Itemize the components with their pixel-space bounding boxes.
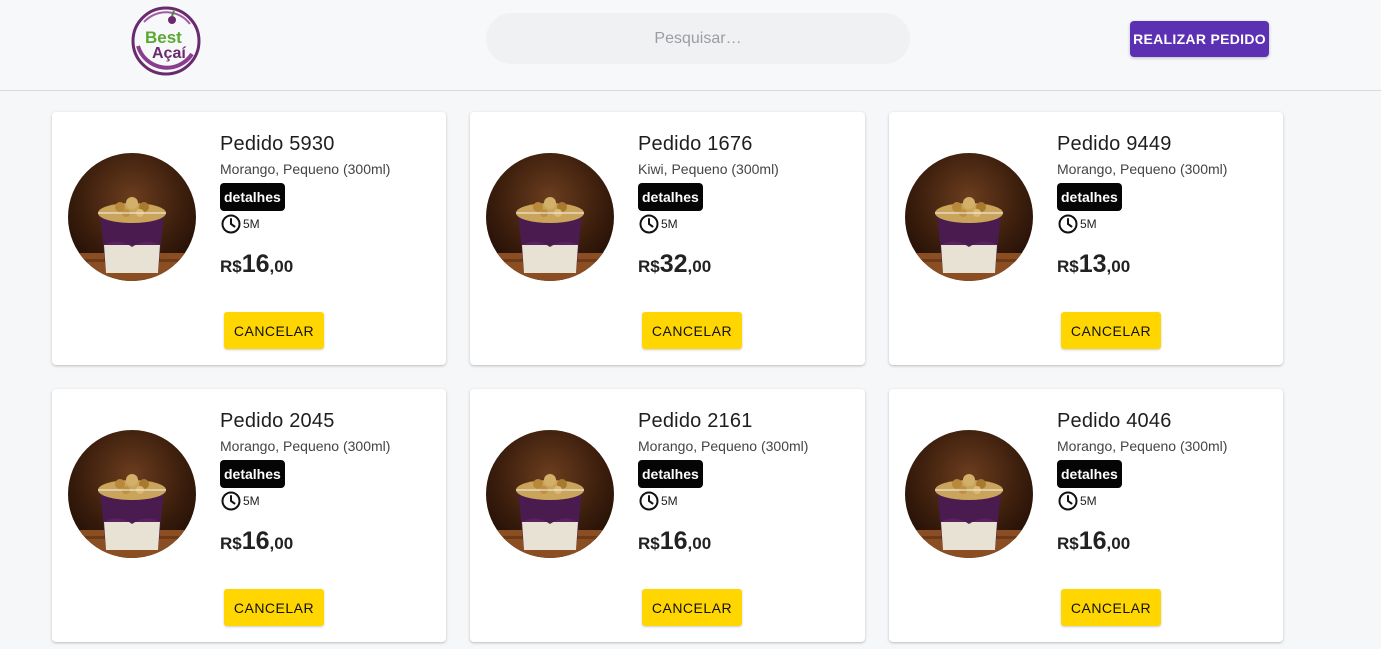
orders-grid: Pedido 5930 Morango, Pequeno (300ml) det… xyxy=(52,112,1284,642)
order-description: Morango, Pequeno (300ml) xyxy=(220,161,391,177)
order-info: Pedido 9449 Morango, Pequeno (300ml) det… xyxy=(1057,132,1227,283)
cancel-button[interactable]: CANCELAR xyxy=(1061,312,1161,349)
time-label: 5M xyxy=(661,494,678,508)
order-description: Morango, Pequeno (300ml) xyxy=(220,438,391,454)
clock-icon xyxy=(221,214,241,234)
price-decimal: ,00 xyxy=(687,534,712,553)
price-decimal: ,00 xyxy=(1106,534,1131,553)
best-acai-logo[interactable]: Best Açaí xyxy=(130,4,202,76)
acai-cup-photo xyxy=(486,153,614,281)
svg-text:Açaí: Açaí xyxy=(152,45,186,62)
acai-cup-photo xyxy=(905,430,1033,558)
order-description: Morango, Pequeno (300ml) xyxy=(1057,438,1228,454)
app-header: Best Açaí REALIZAR PEDIDO xyxy=(0,0,1381,91)
price-currency: R$ xyxy=(1057,534,1079,553)
order-title: Pedido 4046 xyxy=(1057,410,1172,432)
order-price: R$13,00 xyxy=(1057,249,1227,283)
price-integer: 32 xyxy=(659,250,688,278)
clock-icon xyxy=(639,491,659,511)
acai-cup-photo xyxy=(68,430,196,558)
order-price: R$32,00 xyxy=(638,249,779,283)
time-label: 5M xyxy=(1080,217,1097,231)
details-badge[interactable]: detalhes xyxy=(1057,183,1122,211)
order-title: Pedido 5930 xyxy=(220,133,335,155)
order-title: Pedido 2045 xyxy=(220,410,335,432)
time-label: 5M xyxy=(1080,494,1097,508)
price-currency: R$ xyxy=(220,257,242,276)
order-time: 5M xyxy=(220,213,390,235)
price-integer: 13 xyxy=(1078,250,1107,278)
price-currency: R$ xyxy=(220,534,242,553)
order-price: R$16,00 xyxy=(1057,526,1227,560)
clock-icon xyxy=(1058,214,1078,234)
price-integer: 16 xyxy=(1078,527,1107,555)
cancel-button[interactable]: CANCELAR xyxy=(224,589,324,626)
price-decimal: ,00 xyxy=(269,534,294,553)
order-card: Pedido 9449 Morango, Pequeno (300ml) det… xyxy=(889,112,1283,365)
price-decimal: ,00 xyxy=(269,257,294,276)
order-card: Pedido 5930 Morango, Pequeno (300ml) det… xyxy=(52,112,446,365)
order-title: Pedido 2161 xyxy=(638,410,753,432)
cancel-button[interactable]: CANCELAR xyxy=(642,589,742,626)
price-integer: 16 xyxy=(241,527,270,555)
clock-icon xyxy=(221,491,241,511)
order-info: Pedido 2045 Morango, Pequeno (300ml) det… xyxy=(220,409,390,560)
price-currency: R$ xyxy=(1057,257,1079,276)
order-title: Pedido 1676 xyxy=(638,133,753,155)
details-badge[interactable]: detalhes xyxy=(638,460,703,488)
cancel-button[interactable]: CANCELAR xyxy=(224,312,324,349)
clock-icon xyxy=(639,214,659,234)
realizar-pedido-button[interactable]: REALIZAR PEDIDO xyxy=(1130,21,1269,57)
time-label: 5M xyxy=(243,217,260,231)
price-integer: 16 xyxy=(241,250,270,278)
details-badge[interactable]: detalhes xyxy=(220,460,285,488)
cancel-button[interactable]: CANCELAR xyxy=(642,312,742,349)
order-card: Pedido 2161 Morango, Pequeno (300ml) det… xyxy=(470,389,865,642)
order-description: Morango, Pequeno (300ml) xyxy=(1057,161,1228,177)
order-time: 5M xyxy=(220,490,390,512)
price-integer: 16 xyxy=(659,527,688,555)
cancel-button[interactable]: CANCELAR xyxy=(1061,589,1161,626)
details-badge[interactable]: detalhes xyxy=(1057,460,1122,488)
order-info: Pedido 4046 Morango, Pequeno (300ml) det… xyxy=(1057,409,1227,560)
price-currency: R$ xyxy=(638,257,660,276)
order-price: R$16,00 xyxy=(220,526,390,560)
price-currency: R$ xyxy=(638,534,660,553)
order-card: Pedido 2045 Morango, Pequeno (300ml) det… xyxy=(52,389,446,642)
order-card: Pedido 1676 Kiwi, Pequeno (300ml) detalh… xyxy=(470,112,865,365)
details-badge[interactable]: detalhes xyxy=(220,183,285,211)
price-decimal: ,00 xyxy=(1106,257,1131,276)
order-card: Pedido 4046 Morango, Pequeno (300ml) det… xyxy=(889,389,1283,642)
order-info: Pedido 1676 Kiwi, Pequeno (300ml) detalh… xyxy=(638,132,779,283)
order-description: Kiwi, Pequeno (300ml) xyxy=(638,161,779,177)
order-info: Pedido 5930 Morango, Pequeno (300ml) det… xyxy=(220,132,390,283)
acai-cup-photo xyxy=(486,430,614,558)
acai-cup-photo xyxy=(905,153,1033,281)
order-title: Pedido 9449 xyxy=(1057,133,1172,155)
search-input[interactable] xyxy=(486,13,910,64)
order-price: R$16,00 xyxy=(220,249,390,283)
acai-cup-photo xyxy=(68,153,196,281)
order-info: Pedido 2161 Morango, Pequeno (300ml) det… xyxy=(638,409,808,560)
order-price: R$16,00 xyxy=(638,526,808,560)
time-label: 5M xyxy=(661,217,678,231)
clock-icon xyxy=(1058,491,1078,511)
order-time: 5M xyxy=(1057,213,1227,235)
price-decimal: ,00 xyxy=(687,257,712,276)
order-description: Morango, Pequeno (300ml) xyxy=(638,438,809,454)
order-time: 5M xyxy=(638,490,808,512)
order-time: 5M xyxy=(638,213,779,235)
order-time: 5M xyxy=(1057,490,1227,512)
details-badge[interactable]: detalhes xyxy=(638,183,703,211)
time-label: 5M xyxy=(243,494,260,508)
